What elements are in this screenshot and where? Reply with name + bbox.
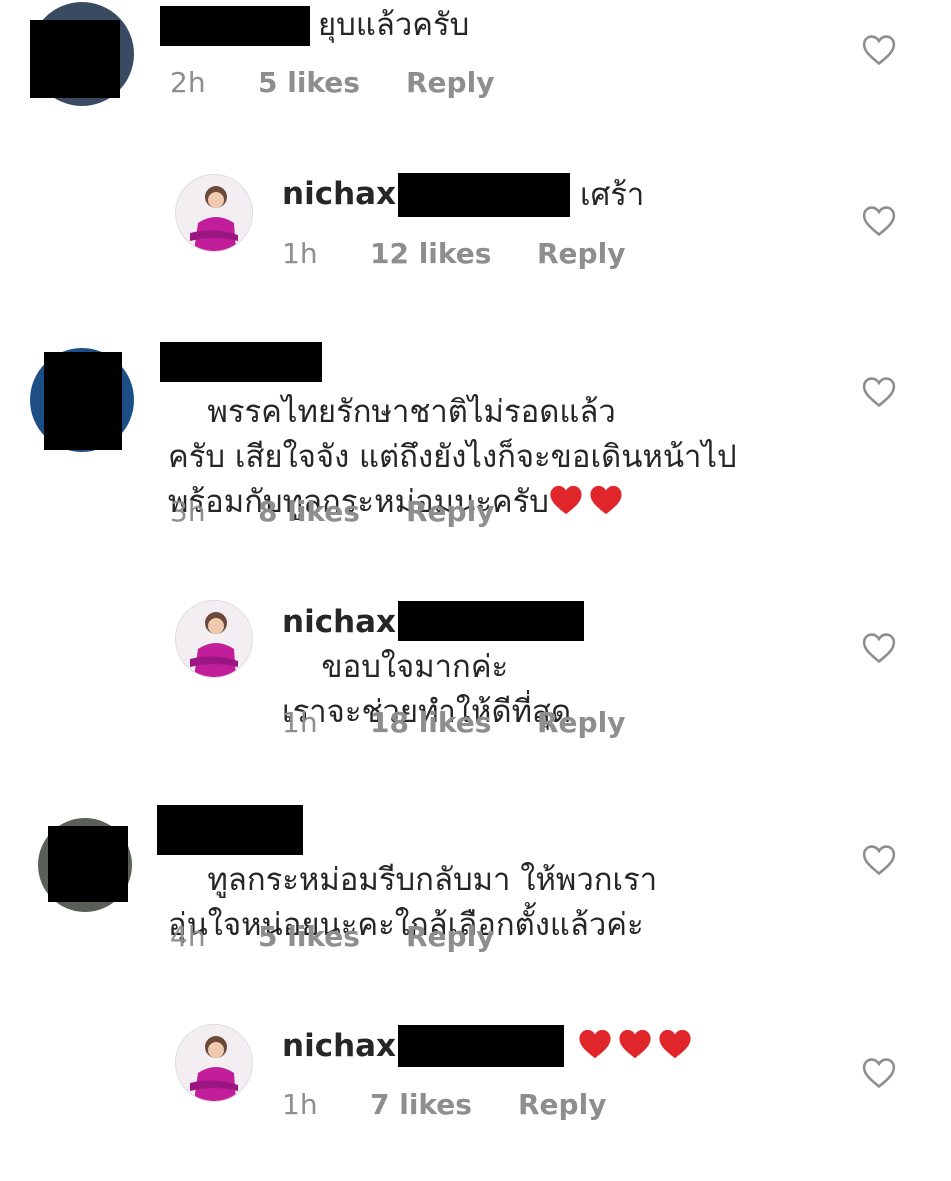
likes-count[interactable]: 12 likes (370, 237, 491, 270)
redacted-avatar (48, 826, 128, 902)
timestamp: 2h (170, 66, 206, 99)
avatar[interactable] (175, 1024, 253, 1102)
comment-text-block (578, 1028, 698, 1068)
comment-text-block: พรรคไทยรักษาชาติไม่รอดแล้ว ครับ เสียใจจั… (168, 345, 848, 570)
redacted-username (160, 6, 310, 46)
like-heart-icon[interactable] (862, 34, 896, 66)
username[interactable]: nichax (282, 1024, 396, 1069)
comment-text: ยุบแล้วครับ (318, 7, 470, 43)
likes-count[interactable]: 5 likes (258, 66, 360, 99)
username[interactable]: nichax (282, 172, 396, 217)
comment-meta: 1h 7 likes Reply (282, 1088, 682, 1124)
comment-text-block: ขอบใจมากค่ะ เราจะช่วยทำให้ดีที่สุด (282, 600, 842, 780)
like-heart-icon[interactable] (862, 376, 896, 408)
like-heart-icon[interactable] (862, 1057, 896, 1089)
comment-meta: 1h 18 likes Reply (282, 706, 682, 742)
like-heart-icon[interactable] (862, 205, 896, 237)
comment-text: เศร้า (580, 177, 645, 213)
red-heart-emoji-icon (590, 485, 622, 515)
like-heart-icon[interactable] (862, 632, 896, 664)
comment-meta: 1h 12 likes Reply (282, 237, 682, 273)
redacted-username (398, 173, 570, 217)
avatar[interactable] (175, 174, 253, 252)
reply-button[interactable]: Reply (537, 706, 625, 739)
comment-text-block: ทูลกระหม่อมรีบกลับมา ให้พวกเรา อุ่นใจหน่… (168, 813, 848, 993)
comment-meta: 2h 5 likes Reply (170, 66, 570, 102)
redacted-avatar (44, 352, 122, 450)
profile-photo-icon (190, 612, 238, 677)
reply-button[interactable]: Reply (406, 920, 494, 953)
reply-button[interactable]: Reply (537, 237, 625, 270)
likes-count[interactable]: 7 likes (370, 1088, 472, 1121)
like-heart-icon[interactable] (862, 844, 896, 876)
reply-button[interactable]: Reply (406, 66, 494, 99)
timestamp: 4h (170, 920, 206, 953)
redacted-avatar (30, 20, 120, 98)
reply-button[interactable]: Reply (518, 1088, 606, 1121)
profile-photo-icon (190, 1036, 238, 1101)
likes-count[interactable]: 18 likes (370, 706, 491, 739)
redacted-username (398, 1025, 564, 1067)
red-heart-emoji-icon (659, 1029, 691, 1059)
profile-photo-icon (190, 186, 238, 251)
likes-count[interactable]: 5 likes (258, 920, 360, 953)
timestamp: 1h (282, 1088, 318, 1121)
comment-meta: 3h 8 likes Reply (170, 495, 570, 531)
timestamp: 1h (282, 237, 318, 270)
timestamp: 1h (282, 706, 318, 739)
likes-count[interactable]: 8 likes (258, 495, 360, 528)
timestamp: 3h (170, 495, 206, 528)
red-heart-emoji-icon (619, 1029, 651, 1059)
comment-meta: 4h 5 likes Reply (170, 920, 570, 956)
red-heart-emoji-icon (579, 1029, 611, 1059)
avatar[interactable] (175, 600, 253, 678)
reply-button[interactable]: Reply (406, 495, 494, 528)
